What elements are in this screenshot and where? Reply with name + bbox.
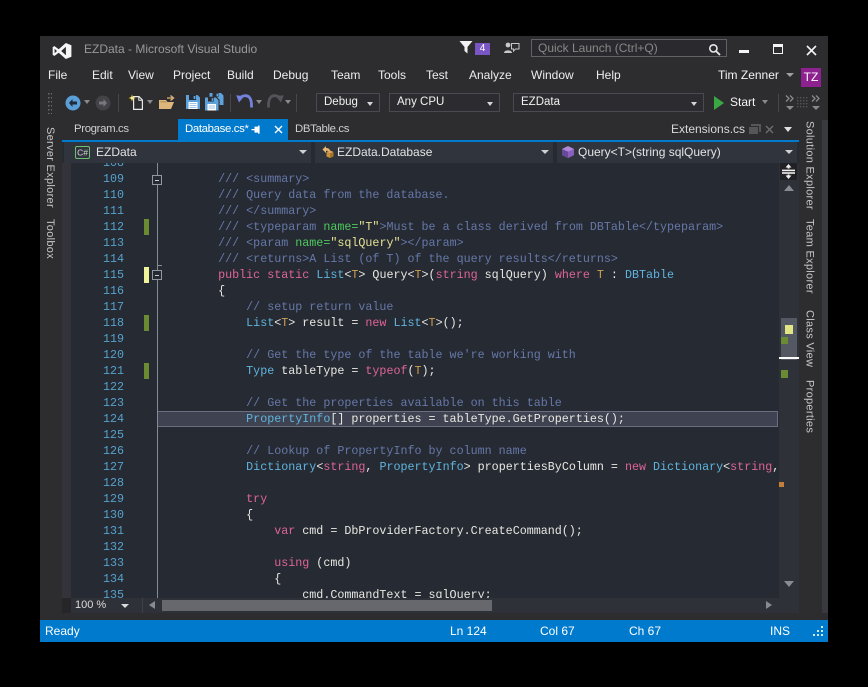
- svg-text:C#: C#: [77, 147, 88, 157]
